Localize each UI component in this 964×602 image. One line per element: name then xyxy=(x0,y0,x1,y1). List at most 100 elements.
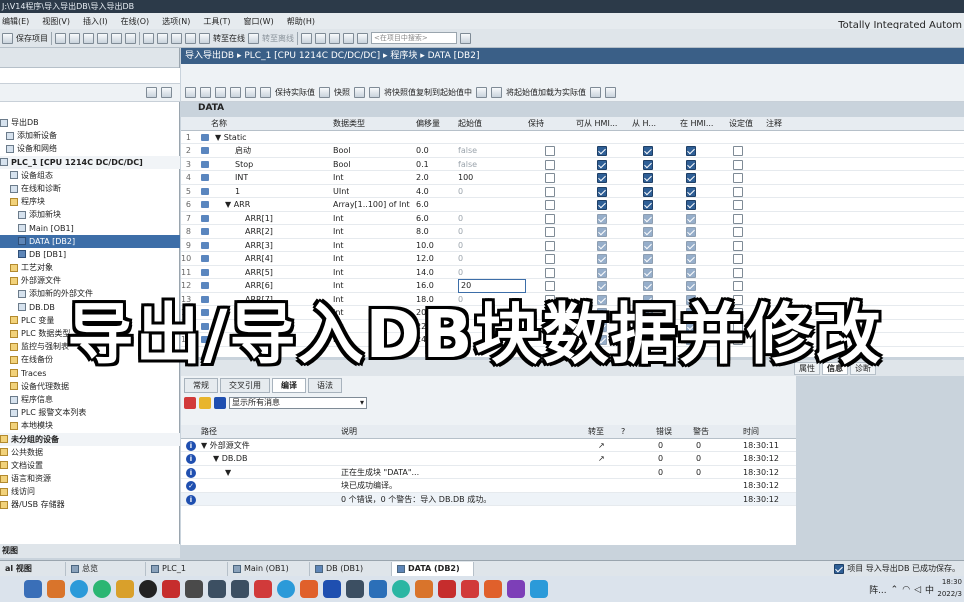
simulate-icon[interactable] xyxy=(185,32,196,44)
column-header[interactable]: 转至 xyxy=(588,425,604,439)
tree-item[interactable]: DB [DB1] xyxy=(0,248,180,261)
go-offline-button[interactable]: 转至离线 xyxy=(262,33,294,44)
message-goto[interactable]: ↗ xyxy=(598,452,605,466)
menu-item[interactable]: 编辑(E) xyxy=(2,16,29,27)
column-header[interactable]: ? xyxy=(621,425,625,439)
checkbox[interactable] xyxy=(545,159,555,170)
cell-type[interactable]: Int xyxy=(333,266,344,280)
tree-item[interactable]: 设备代理数据 xyxy=(0,380,180,393)
cell-offset[interactable]: 12.0 xyxy=(416,252,434,266)
app-icon[interactable] xyxy=(346,580,364,598)
cell-start[interactable]: 0 xyxy=(458,266,463,280)
tree-view-icon[interactable] xyxy=(146,87,157,98)
column-header[interactable]: 数据类型 xyxy=(333,117,365,131)
save-icon[interactable] xyxy=(2,32,13,44)
tree-item[interactable]: 未分组的设备 xyxy=(0,432,180,446)
table-row[interactable]: 10 ARR[4] Int 12.0 0 xyxy=(181,252,964,266)
table-row[interactable]: 2 启动 Bool 0.0 false xyxy=(181,144,964,158)
vs-icon[interactable] xyxy=(507,580,525,598)
checkbox[interactable] xyxy=(545,146,555,156)
tree-item[interactable]: 在线和诊断 xyxy=(0,182,180,195)
checkbox[interactable] xyxy=(686,159,696,170)
info-subtab[interactable]: 交叉引用 xyxy=(220,378,270,393)
column-header[interactable]: 错误 xyxy=(656,425,672,439)
compile-icon[interactable] xyxy=(143,32,154,44)
table-row[interactable]: 9 ARR[3] Int 10.0 0 xyxy=(181,239,964,253)
checkbox[interactable] xyxy=(643,240,653,251)
project-search-input[interactable]: <在项目中搜索> xyxy=(371,32,457,44)
column-header[interactable]: 可从 HMI... xyxy=(576,117,617,131)
cell-type[interactable]: Int xyxy=(333,225,344,239)
tree-item[interactable]: 本地模块 xyxy=(0,419,180,432)
window-close-icon[interactable] xyxy=(357,32,368,44)
copy-icon[interactable] xyxy=(69,32,80,44)
table-row[interactable]: 5 1 UInt 4.0 0 xyxy=(181,185,964,199)
checkbox[interactable] xyxy=(643,186,653,197)
cell-type[interactable]: UInt xyxy=(333,185,349,199)
variable-name[interactable]: ARR[2] xyxy=(245,225,273,239)
cell-offset[interactable]: 8.0 xyxy=(416,225,429,239)
tree-item[interactable]: PLC_1 [CPU 1214C DC/DC/DC] xyxy=(0,155,180,169)
app-icon[interactable] xyxy=(277,580,295,598)
app-icon[interactable] xyxy=(415,580,433,598)
message-row[interactable]: ✓ 块已成功编译。 18:30:12 xyxy=(181,479,796,493)
variable-name[interactable]: ARR[1] xyxy=(245,212,273,226)
checkbox[interactable] xyxy=(686,254,696,264)
cell-type[interactable]: Int xyxy=(333,239,344,253)
checkbox[interactable] xyxy=(686,200,696,210)
cell-offset[interactable]: 2.0 xyxy=(416,171,429,185)
tree-sync-icon[interactable] xyxy=(161,87,172,98)
column-header[interactable]: 注释 xyxy=(766,117,782,131)
tree-item[interactable]: 公共数据 xyxy=(0,446,180,459)
column-header[interactable]: 起始值 xyxy=(458,117,482,131)
editor-tab[interactable]: 总览 xyxy=(66,561,146,576)
info-filter-icon[interactable] xyxy=(214,397,226,409)
checkbox[interactable] xyxy=(597,227,607,237)
volume-icon[interactable]: ◁ xyxy=(914,585,921,595)
table-row[interactable]: 4 INT Int 2.0 100 xyxy=(181,171,964,185)
checkbox[interactable] xyxy=(597,146,607,156)
menu-item[interactable]: 工具(T) xyxy=(203,16,230,27)
checkbox[interactable] xyxy=(733,213,743,224)
checkbox[interactable] xyxy=(686,213,696,224)
cell-type[interactable]: Bool xyxy=(333,158,351,172)
load-start-button[interactable]: 将起始值加载为实际值 xyxy=(506,87,586,98)
checkbox[interactable] xyxy=(545,227,555,237)
undo-icon[interactable] xyxy=(111,32,122,44)
checkbox[interactable] xyxy=(545,267,555,278)
cell-type[interactable]: Bool xyxy=(333,144,351,158)
chevron-up-icon[interactable]: ⌃ xyxy=(891,585,899,595)
keep-actual-button[interactable]: 保持实际值 xyxy=(275,87,315,98)
cell-start[interactable]: 0 xyxy=(458,212,463,226)
message-row[interactable]: i ▼ 正在生成块 "DATA"... 0 0 18:30:12 xyxy=(181,466,796,479)
monitor-all-icon[interactable] xyxy=(605,87,616,98)
cell-offset[interactable]: 6.0 xyxy=(416,198,429,212)
window-cascade-icon[interactable] xyxy=(329,32,340,44)
cell-offset[interactable]: 6.0 xyxy=(416,212,429,226)
table-row[interactable]: 7 ARR[1] Int 6.0 0 xyxy=(181,212,964,226)
portal-view-button[interactable]: al 视图 xyxy=(0,561,66,576)
tree-item[interactable]: Main [OB1] xyxy=(0,222,180,235)
go-offline-icon[interactable] xyxy=(248,32,259,44)
checkbox[interactable] xyxy=(733,200,743,210)
checkbox[interactable] xyxy=(545,173,555,183)
variable-name[interactable]: ARR[5] xyxy=(245,266,273,280)
copy-snapshot-button[interactable]: 将快照值复制到起始值中 xyxy=(384,87,472,98)
checkbox[interactable] xyxy=(686,173,696,183)
menu-item[interactable]: 插入(I) xyxy=(83,16,108,27)
table-row[interactable]: 8 ARR[2] Int 8.0 0 xyxy=(181,225,964,239)
cell-offset[interactable]: 0.1 xyxy=(416,158,429,172)
tree-item[interactable]: 文档设置 xyxy=(0,459,180,472)
checkbox[interactable] xyxy=(686,186,696,197)
checkbox[interactable] xyxy=(686,267,696,278)
app-icon[interactable] xyxy=(47,580,65,598)
column-header[interactable]: 警告 xyxy=(693,425,709,439)
insert-row-icon[interactable] xyxy=(185,87,196,98)
checkbox[interactable] xyxy=(643,159,653,170)
app-icon[interactable] xyxy=(369,580,387,598)
variable-name[interactable]: ▼ Static xyxy=(215,131,247,145)
checkbox[interactable] xyxy=(643,254,653,264)
checkbox[interactable] xyxy=(643,213,653,224)
tree-item[interactable]: 线访问 xyxy=(0,485,180,498)
tree-item[interactable]: 添加新块 xyxy=(0,208,180,221)
